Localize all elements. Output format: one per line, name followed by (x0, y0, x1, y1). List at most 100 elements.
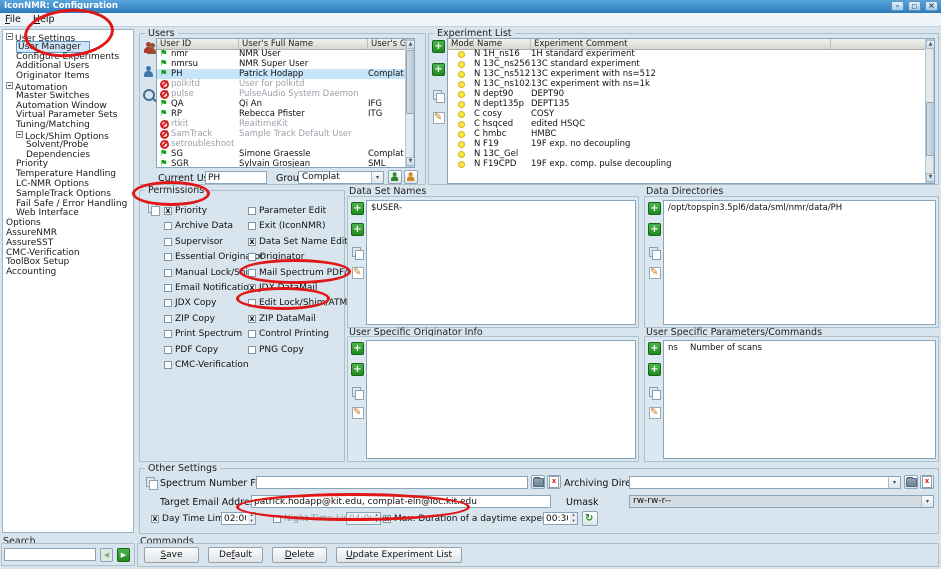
user-row-rp[interactable]: RPRebecca PfisterITG (157, 109, 406, 119)
delete-button[interactable]: Delete (272, 547, 327, 563)
add-entry-button[interactable] (648, 202, 661, 215)
spinner-icon[interactable] (248, 512, 256, 525)
experiment-row-n-f19cpd[interactable]: N F19CPD19F exp. comp. pulse decoupling (448, 159, 926, 169)
experiment-row-n-13c-ns256[interactable]: N 13C_ns25613C standard experiment (448, 59, 926, 69)
checkbox-icon[interactable] (164, 346, 172, 354)
checkbox-icon[interactable] (164, 330, 172, 338)
collapse-icon[interactable] (16, 131, 23, 138)
checkbox-icon[interactable] (164, 299, 172, 307)
checkbox-icon[interactable] (383, 515, 391, 523)
permission-mail-spectrum-pdf-ps[interactable]: Mail Spectrum PDF/PS (248, 268, 358, 278)
group-combo[interactable]: Complat (298, 171, 384, 184)
permission-supervisor[interactable]: Supervisor (164, 237, 223, 247)
chevron-down-icon[interactable] (371, 172, 383, 183)
checkbox-icon[interactable] (248, 330, 256, 338)
experiment-scrollbar[interactable] (925, 39, 934, 183)
copy-experiment-icon[interactable] (433, 90, 445, 102)
user-row-rtkit[interactable]: rtkitRealtimeKit (157, 119, 406, 129)
experiment-header-comment[interactable]: Experiment Comment (531, 39, 831, 49)
parameter-row-ns[interactable]: nsNumber of scans (664, 343, 935, 354)
user-row-sgr[interactable]: SGRSylvain GrosjeanSML (157, 159, 406, 168)
scroll-up-icon[interactable] (926, 40, 935, 49)
permission-priority[interactable]: Priority (164, 206, 207, 216)
checkbox-icon[interactable] (164, 207, 172, 215)
permission-jdx-datamail[interactable]: JDX DataMail (248, 283, 317, 293)
users-list-icon[interactable] (143, 42, 155, 54)
experiment-header-name[interactable]: Name (474, 39, 531, 49)
scroll-down-icon[interactable] (926, 173, 935, 182)
permission-email-notification[interactable]: Email Notification (164, 283, 254, 293)
target-email-input[interactable] (251, 495, 551, 508)
search-next-button[interactable]: ▶ (117, 548, 130, 562)
edit-entry-icon[interactable] (649, 267, 661, 279)
scroll-up-icon[interactable] (406, 40, 415, 49)
insert-entry-button[interactable] (648, 223, 661, 236)
browse-folder-button[interactable] (531, 475, 545, 489)
permission-parameter-edit[interactable]: Parameter Edit (248, 206, 326, 216)
checkbox-icon[interactable] (164, 315, 172, 323)
checkbox-icon[interactable] (164, 253, 172, 261)
save-button[interactable]: Save (144, 547, 199, 563)
experiment-row-c-hmbc[interactable]: C hmbcHMBC (448, 129, 926, 139)
browse-archive-button[interactable] (904, 475, 918, 489)
user-row-setroubleshoot[interactable]: setroubleshoot (157, 139, 406, 149)
add-experiment-button[interactable] (432, 40, 445, 53)
search-input[interactable] (4, 548, 96, 561)
copy-entry-icon[interactable] (649, 247, 661, 259)
tree-item-originator-items[interactable]: Originator Items (3, 72, 133, 82)
users-header-group[interactable]: User's Group (368, 39, 406, 49)
checkbox-icon[interactable] (248, 284, 256, 292)
menu-file[interactable]: File (5, 13, 21, 26)
experiment-row-n-13c-ns1024[interactable]: N 13C_ns102413C experiment with ns=1k (448, 79, 926, 89)
experiment-row-n-13c-ns512[interactable]: N 13C_ns51213C experiment with ns=512 (448, 69, 926, 79)
permission-zip-datamail[interactable]: ZIP DataMail (248, 314, 316, 324)
default-button[interactable]: Default (208, 547, 263, 563)
search-user-icon[interactable] (143, 89, 155, 101)
collapse-icon[interactable] (6, 33, 13, 40)
user-row-nmrsu[interactable]: nmrsuNMR Super User (157, 59, 406, 69)
spectrum-number-input[interactable] (256, 476, 528, 489)
checkbox-icon[interactable] (151, 515, 159, 523)
permission-data-set-name-edit[interactable]: Data Set Name Edit (248, 237, 348, 247)
checkbox-icon[interactable] (248, 238, 256, 246)
tree-item-solvent-probe-dependencies[interactable]: Solvent/Probe Dependencies (3, 141, 112, 161)
search-previous-button[interactable]: ◀ (100, 548, 113, 562)
users-header-user-id[interactable]: User ID (157, 39, 239, 49)
checkbox-icon[interactable] (164, 238, 172, 246)
experiment-row-n-13c-gel[interactable]: N 13C_Gel (448, 149, 926, 159)
menu-help[interactable]: Help (33, 13, 55, 26)
permission-exit-iconnmr[interactable]: Exit (IconNMR) (248, 221, 326, 231)
permission-manual-lock-shim[interactable]: Manual Lock/Shim (164, 268, 257, 278)
edit-experiment-icon[interactable] (433, 112, 445, 124)
experiment-row-n-1h-ns16[interactable]: N 1H_ns161H standard experiment (448, 49, 926, 59)
permission-jdx-copy[interactable]: JDX Copy (164, 298, 216, 308)
checkbox-icon[interactable] (248, 207, 256, 215)
user-row-pulse[interactable]: pulsePulseAudio System Daemon (157, 89, 406, 99)
user-row-sg[interactable]: SGSimone GraessleComplat (157, 149, 406, 159)
checkbox-icon[interactable] (164, 284, 172, 292)
add-user-button[interactable] (388, 170, 402, 184)
users-header-full-name[interactable]: User's Full Name (239, 39, 368, 49)
edit-entry-icon[interactable] (649, 407, 661, 419)
checkbox-icon[interactable] (248, 253, 256, 261)
spinner-icon[interactable] (373, 512, 381, 525)
checkbox-icon[interactable] (164, 269, 172, 277)
insert-entry-button[interactable] (351, 223, 364, 236)
user-row-nmr[interactable]: nmrNMR User (157, 49, 406, 59)
experiment-row-n-dept90[interactable]: N dept90DEPT90 (448, 89, 926, 99)
permission-pdf-copy[interactable]: PDF Copy (164, 345, 218, 355)
permission-zip-copy[interactable]: ZIP Copy (164, 314, 215, 324)
permission-cmc-verification[interactable]: CMC-Verification (164, 360, 249, 370)
experiment-row-c-cosy[interactable]: C cosyCOSY (448, 109, 926, 119)
night-time-limit-input[interactable] (346, 512, 374, 525)
data-directories-list[interactable]: /opt/topspin3.5pl6/data/sml/nmr/data/PH (663, 200, 936, 325)
checkbox-icon[interactable] (248, 315, 256, 323)
add-entry-button[interactable] (351, 342, 364, 355)
users-table[interactable]: User ID User's Full Name User's Group nm… (156, 38, 415, 168)
permission-print-spectrum[interactable]: Print Spectrum (164, 329, 242, 339)
checkbox-icon[interactable] (273, 515, 281, 523)
copy-permissions-icon[interactable] (148, 203, 160, 215)
user-account-icon[interactable] (143, 66, 155, 78)
copy-settings-icon[interactable] (146, 477, 158, 489)
copy-entry-icon[interactable] (352, 387, 364, 399)
